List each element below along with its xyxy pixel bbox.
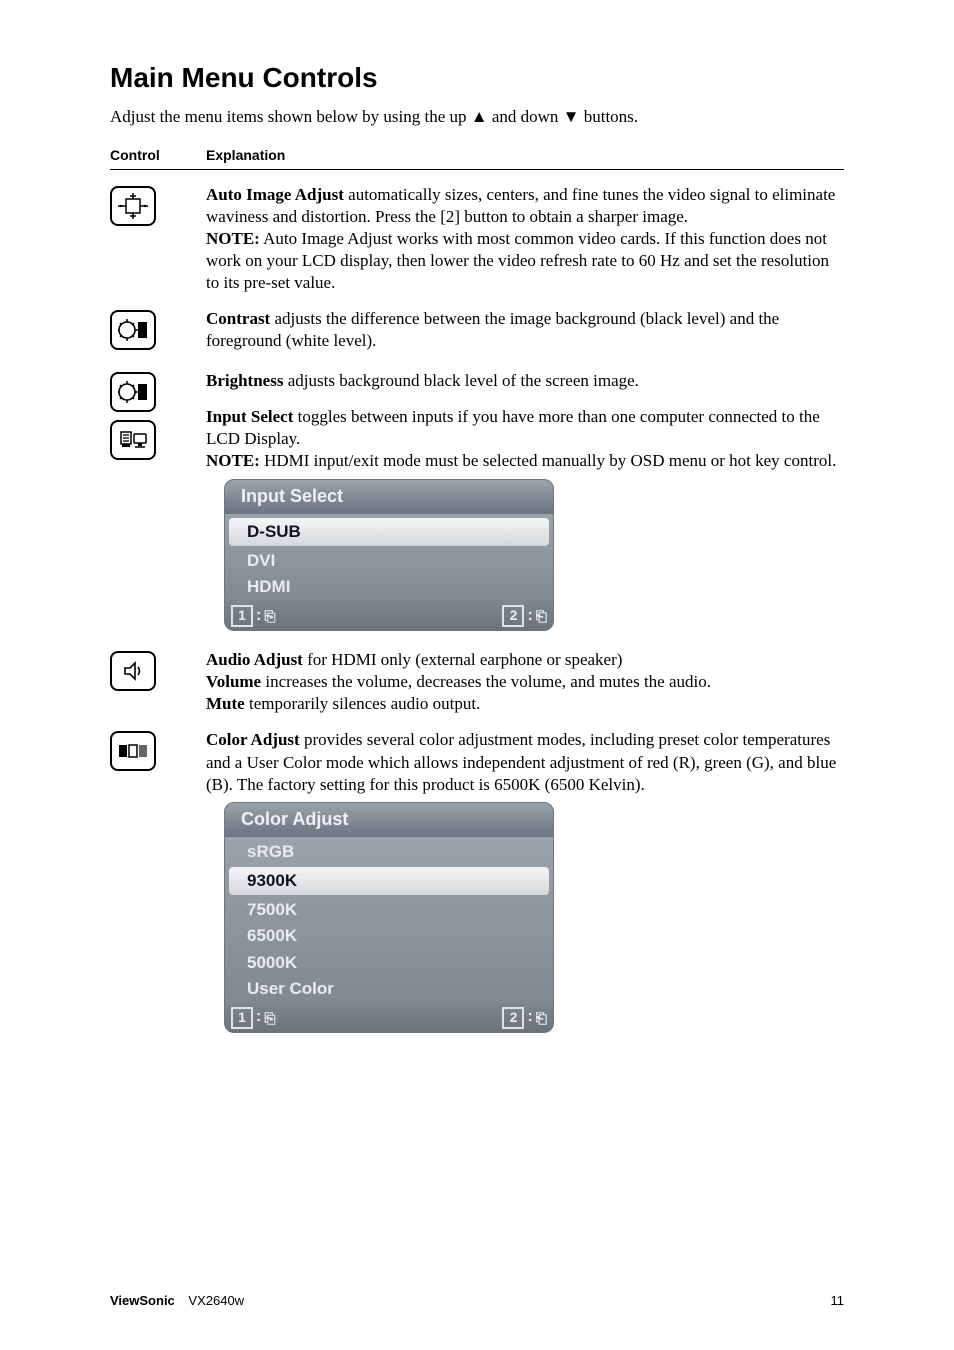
auto-image-adjust-desc: Auto Image Adjust automatically sizes, c… <box>206 184 844 228</box>
divider <box>110 169 844 170</box>
enter-icon: ⎗ <box>536 607 547 625</box>
osd-color-key-2: 2 <box>502 1007 524 1029</box>
row-contrast: Contrast adjusts the difference between … <box>110 308 844 356</box>
osd-key-1: 1 <box>231 605 253 627</box>
osd-input-select: Input Select D-SUB DVI HDMI 1:⎘ 2:⎗ <box>224 479 554 632</box>
auto-image-adjust-icon <box>110 186 156 226</box>
row-auto-image-adjust: Auto Image Adjust automatically sizes, c… <box>110 184 844 294</box>
osd-input-item-dvi: DVI <box>225 548 553 574</box>
osd-input-body: D-SUB DVI HDMI <box>224 514 554 602</box>
page-title: Main Menu Controls <box>110 60 844 96</box>
intro-text: Adjust the menu items shown below by usi… <box>110 106 844 128</box>
enter-icon: ⎗ <box>536 1009 547 1027</box>
header-explanation: Explanation <box>206 146 285 164</box>
contrast-icon <box>110 310 156 350</box>
brightness-icon <box>110 372 156 412</box>
osd-color-item-user: User Color <box>225 976 553 1002</box>
osd-color-item-7500k: 7500K <box>225 897 553 923</box>
input-select-icon <box>110 420 156 460</box>
osd-input-item-dsub: D-SUB <box>229 518 549 546</box>
osd-input-footer: 1:⎘ 2:⎗ <box>224 602 554 631</box>
footer-page: 11 <box>831 1293 845 1310</box>
row-brightness: Brightness adjusts background black leve… <box>110 370 844 635</box>
audio-adjust-mute: Mute temporarily silences audio output. <box>206 693 844 715</box>
row-color-adjust: Color Adjust provides several color adju… <box>110 729 844 1036</box>
auto-image-adjust-note: NOTE: Auto Image Adjust works with most … <box>206 228 844 294</box>
header-control: Control <box>110 146 206 164</box>
osd-color-body: sRGB 9300K 7500K 6500K 5000K User Color <box>224 837 554 1004</box>
osd-color-adjust: Color Adjust sRGB 9300K 7500K 6500K 5000… <box>224 802 554 1033</box>
audio-adjust-icon <box>110 651 156 691</box>
page-footer: ViewSonic VX2640w 11 <box>110 1293 844 1310</box>
audio-adjust-desc: Audio Adjust for HDMI only (external ear… <box>206 649 844 671</box>
audio-adjust-volume: Volume increases the volume, decreases t… <box>206 671 844 693</box>
exit-icon: ⎘ <box>264 1009 275 1027</box>
osd-color-item-9300k: 9300K <box>229 867 549 895</box>
contrast-desc: Contrast adjusts the difference between … <box>206 308 844 352</box>
row-audio-adjust: Audio Adjust for HDMI only (external ear… <box>110 649 844 715</box>
osd-input-title: Input Select <box>224 479 554 514</box>
osd-key-2: 2 <box>502 605 524 627</box>
osd-color-key-1: 1 <box>231 1007 253 1029</box>
osd-input-item-hdmi: HDMI <box>225 574 553 600</box>
osd-color-item-5000k: 5000K <box>225 950 553 976</box>
input-select-note: NOTE: HDMI input/exit mode must be selec… <box>206 450 844 472</box>
osd-color-item-6500k: 6500K <box>225 923 553 949</box>
input-select-desc: Input Select toggles between inputs if y… <box>206 406 844 450</box>
brightness-desc: Brightness adjusts background black leve… <box>206 370 844 392</box>
osd-color-footer: 1:⎘ 2:⎗ <box>224 1004 554 1033</box>
table-header: Control Explanation <box>110 146 844 164</box>
footer-brand: ViewSonic <box>110 1293 175 1308</box>
exit-icon: ⎘ <box>264 607 275 625</box>
osd-color-title: Color Adjust <box>224 802 554 837</box>
color-adjust-icon <box>110 731 156 771</box>
footer-model: VX2640w <box>188 1293 244 1308</box>
color-adjust-desc: Color Adjust provides several color adju… <box>206 729 844 795</box>
osd-color-item-srgb: sRGB <box>225 839 553 865</box>
